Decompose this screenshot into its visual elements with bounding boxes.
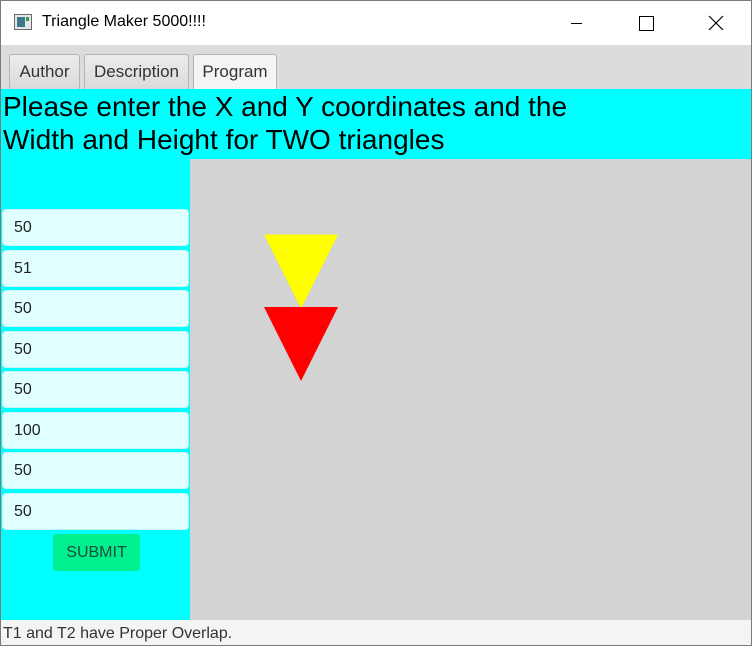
maximize-icon <box>638 15 654 31</box>
status-text: T1 and T2 have Proper Overlap. <box>3 625 233 642</box>
triangle1-x-field[interactable] <box>2 209 189 246</box>
triangle2-height-field[interactable] <box>2 493 189 530</box>
app-window: Triangle Maker 5000!!!! Author Descripti… <box>0 0 752 646</box>
tab-author[interactable]: Author <box>9 54 80 89</box>
minimize-button[interactable] <box>553 1 599 45</box>
close-button[interactable] <box>693 1 739 45</box>
tab-bar: Author Description Program <box>1 45 751 89</box>
instructions-text: Please enter the X and Y coordinates and… <box>3 91 568 155</box>
drawing-canvas <box>190 159 751 620</box>
minimize-icon <box>570 22 582 24</box>
status-bar: T1 and T2 have Proper Overlap. <box>1 620 751 645</box>
input-sidebar: SUBMIT <box>1 159 190 620</box>
triangle1-width-field[interactable] <box>2 290 189 327</box>
tab-program[interactable]: Program <box>193 54 277 89</box>
triangle1-y-field[interactable] <box>2 250 189 287</box>
title-bar[interactable]: Triangle Maker 5000!!!! <box>1 1 751 45</box>
triangle2-width-field[interactable] <box>2 452 189 489</box>
triangle2-y-field[interactable] <box>2 412 189 449</box>
triangle-2 <box>264 307 338 381</box>
instructions-panel: Please enter the X and Y coordinates and… <box>1 89 751 159</box>
triangle-1 <box>264 234 338 309</box>
triangle1-height-field[interactable] <box>2 331 189 368</box>
close-icon <box>708 15 724 31</box>
window-title: Triangle Maker 5000!!!! <box>42 13 206 30</box>
maximize-button[interactable] <box>623 1 669 45</box>
submit-button[interactable]: SUBMIT <box>53 534 140 571</box>
tab-description[interactable]: Description <box>84 54 189 89</box>
app-window-icon <box>14 14 32 30</box>
triangle2-x-field[interactable] <box>2 371 189 408</box>
triangle-drawing <box>264 234 338 381</box>
